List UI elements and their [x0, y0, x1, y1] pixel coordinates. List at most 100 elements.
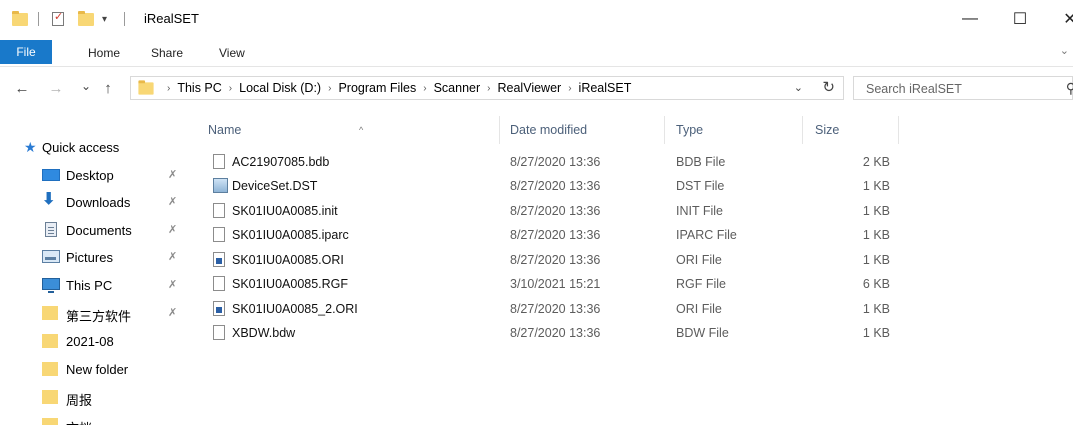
chevron-right-icon[interactable]: › — [568, 83, 571, 94]
breadcrumb-scanner[interactable]: Scanner — [434, 81, 481, 95]
search-icon[interactable]: ⚲ — [1066, 80, 1073, 97]
address-dropdown-button[interactable]: ⌄ — [794, 81, 803, 94]
file-name: SK01IU0A0085.ORI — [232, 253, 344, 267]
sidebar-item-third-party-software[interactable]: 第三方软件 ✗ — [0, 300, 196, 326]
column-divider[interactable] — [802, 116, 803, 144]
file-row[interactable]: SK01IU0A0085.init 8/27/2020 13:36 INIT F… — [196, 200, 1073, 224]
pin-icon[interactable]: ✗ — [168, 250, 177, 263]
breadcrumb: › This PC › Local Disk (D:) › Program Fi… — [160, 81, 631, 95]
tab-home[interactable]: Home — [88, 42, 120, 64]
sidebar-item-label: 文档 — [66, 418, 92, 425]
sidebar-item-label: Quick access — [42, 140, 120, 155]
column-divider[interactable] — [898, 116, 899, 144]
chevron-right-icon[interactable]: › — [229, 83, 232, 94]
column-header-type[interactable]: Type — [676, 116, 796, 144]
sidebar-item-label: Pictures — [66, 250, 113, 265]
pin-icon[interactable]: ✗ — [168, 195, 177, 208]
properties-icon[interactable] — [52, 10, 64, 28]
pin-icon[interactable]: ✗ — [168, 223, 177, 236]
refresh-button[interactable]: ↻ — [822, 78, 835, 96]
file-row[interactable]: SK01IU0A0085.RGF 3/10/2021 15:21 RGF Fil… — [196, 273, 1073, 297]
pin-icon[interactable]: ✗ — [168, 306, 177, 319]
star-icon: ★ — [24, 139, 37, 155]
sort-ascending-icon: ^ — [359, 125, 364, 135]
file-name: XBDW.bdw — [232, 326, 296, 340]
divider — [38, 12, 39, 26]
sidebar-item-2021-08[interactable]: 2021-08 — [0, 328, 196, 354]
documents-icon — [45, 222, 57, 237]
file-row[interactable]: AC21907085.bdb 8/27/2020 13:36 BDB File … — [196, 151, 1073, 175]
customize-toolbar-icon[interactable]: ▾ — [102, 10, 107, 28]
sidebar-item-new-folder[interactable]: New folder — [0, 356, 196, 382]
file-type: BDW File — [676, 326, 729, 340]
file-row[interactable]: XBDW.bdw 8/27/2020 13:36 BDW File 1 KB — [196, 322, 1073, 346]
maximize-button[interactable]: ☐ — [998, 4, 1042, 34]
column-header-name[interactable]: Name ^ — [208, 116, 498, 144]
file-row[interactable]: SK01IU0A0085_2.ORI 8/27/2020 13:36 ORI F… — [196, 298, 1073, 322]
folder-icon — [42, 418, 58, 425]
address-bar[interactable]: › This PC › Local Disk (D:) › Program Fi… — [130, 76, 844, 100]
sidebar-item-quick-access[interactable]: ★ Quick access — [0, 134, 196, 160]
tab-view[interactable]: View — [219, 42, 245, 64]
tab-share[interactable]: Share — [151, 42, 183, 64]
column-header-label: Name — [208, 123, 242, 137]
column-divider[interactable] — [499, 116, 500, 144]
file-row[interactable]: SK01IU0A0085.ORI 8/27/2020 13:36 ORI Fil… — [196, 249, 1073, 273]
back-button[interactable]: ← — [14, 79, 30, 99]
file-size: 1 KB — [862, 228, 890, 242]
ori-file-icon — [213, 252, 225, 267]
close-button[interactable]: ✕ — [1048, 4, 1073, 34]
pin-icon[interactable]: ✗ — [168, 278, 177, 291]
file-size: 1 KB — [862, 253, 890, 267]
file-date: 8/27/2020 13:36 — [510, 326, 601, 340]
minimize-button[interactable]: — — [948, 4, 992, 34]
sidebar-item-downloads[interactable]: ⬇ Downloads ✗ — [0, 189, 196, 215]
sidebar-item-weekly-report[interactable]: 周报 — [0, 384, 196, 410]
chevron-right-icon[interactable]: › — [328, 83, 331, 94]
breadcrumb-irealset[interactable]: iRealSET — [579, 81, 632, 95]
sidebar-item-label: 2021-08 — [66, 334, 114, 349]
file-size: 1 KB — [862, 326, 890, 340]
column-divider[interactable] — [664, 116, 665, 144]
file-type: DST File — [676, 179, 725, 193]
forward-button[interactable]: → — [48, 79, 64, 99]
column-header-date[interactable]: Date modified — [510, 116, 660, 144]
navigation-pane: ★ Quick access Desktop ✗ ⬇ Downloads ✗ D… — [0, 108, 196, 425]
recent-locations-button[interactable]: ⌄ — [79, 76, 93, 96]
breadcrumb-realviewer[interactable]: RealViewer — [498, 81, 562, 95]
file-name: AC21907085.bdb — [232, 155, 330, 169]
search-box: ⚲ — [853, 76, 1073, 100]
chevron-right-icon[interactable]: › — [423, 83, 426, 94]
chevron-right-icon: › — [167, 82, 171, 94]
up-button[interactable]: ↑ — [100, 79, 116, 99]
file-size: 1 KB — [862, 179, 890, 193]
blank-file-icon — [213, 227, 225, 242]
sidebar-item-this-pc[interactable]: This PC ✗ — [0, 272, 196, 298]
expand-ribbon-icon[interactable]: ⌄ — [1060, 44, 1069, 57]
sidebar-item-desktop[interactable]: Desktop ✗ — [0, 162, 196, 188]
file-row[interactable]: DeviceSet.DST 8/27/2020 13:36 DST File 1… — [196, 175, 1073, 199]
sidebar-item-documents[interactable]: Documents ✗ — [0, 217, 196, 243]
sidebar-item-pictures[interactable]: Pictures ✗ — [0, 244, 196, 270]
file-size: 1 KB — [862, 204, 890, 218]
file-type: RGF File — [676, 277, 726, 291]
file-type: ORI File — [676, 253, 722, 267]
chevron-right-icon[interactable]: › — [487, 83, 490, 94]
sidebar-item-documents-folder[interactable]: 文档 — [0, 412, 196, 425]
sidebar-item-label: New folder — [66, 362, 129, 377]
file-date: 8/27/2020 13:36 — [510, 155, 601, 169]
tab-file[interactable]: File — [0, 40, 52, 64]
column-header-size[interactable]: Size — [815, 116, 875, 144]
pin-icon[interactable]: ✗ — [168, 168, 177, 181]
breadcrumb-program-files[interactable]: Program Files — [338, 81, 416, 95]
divider — [124, 12, 125, 26]
file-size: 2 KB — [862, 155, 890, 169]
breadcrumb-local-disk[interactable]: Local Disk (D:) — [239, 81, 321, 95]
sidebar-item-label: This PC — [66, 278, 113, 293]
file-name: DeviceSet.DST — [232, 179, 318, 193]
new-folder-icon[interactable] — [78, 10, 94, 28]
breadcrumb-this-pc[interactable]: This PC — [177, 81, 221, 95]
navigation-bar: ← → ⌄ ↑ › This PC › Local Disk (D:) › Pr… — [0, 72, 1073, 106]
file-row[interactable]: SK01IU0A0085.iparc 8/27/2020 13:36 IPARC… — [196, 224, 1073, 248]
search-input[interactable] — [864, 78, 1058, 100]
